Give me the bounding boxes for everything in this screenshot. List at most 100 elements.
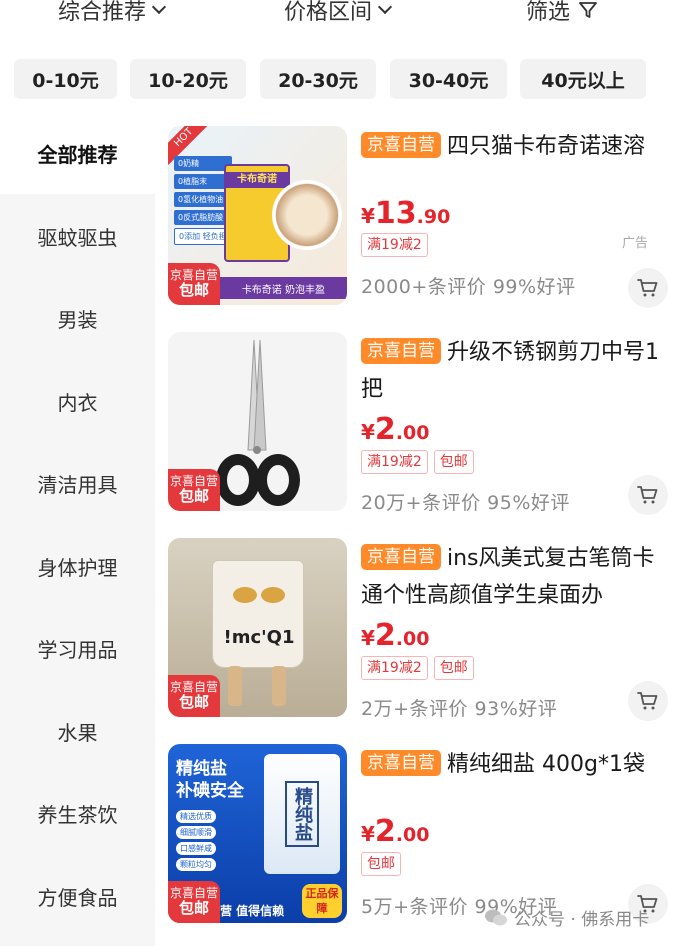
self-operated-badge: 京喜自营 包邮 [168, 675, 220, 717]
price-yen: ¥ [361, 626, 375, 650]
feature-item: 口感鲜咸 [176, 842, 216, 855]
price-int: 2 [374, 412, 396, 447]
feature-item: 精选优质 [176, 810, 216, 823]
sidebar-item-instant-food[interactable]: 方便食品 [0, 855, 155, 937]
price-dec: .00 [395, 824, 430, 846]
product-title[interactable]: 京喜自营 精纯细盐 400g*1袋 [361, 746, 671, 783]
review-summary: 2000+条评价 99%好评 [361, 276, 576, 298]
wechat-icon [485, 909, 507, 925]
badge-bottom-text: 包邮 [178, 693, 209, 712]
thumb-footer: 营 值得信赖 [220, 904, 285, 918]
sidebar-item-fruit[interactable]: 水果 [0, 690, 155, 772]
feature-item: 0反式脂肪酸 [174, 210, 232, 225]
sidebar-item-study[interactable]: 学习用品 [0, 607, 155, 689]
price-dec: .00 [395, 628, 430, 650]
product-title[interactable]: 京喜自营 四只猫卡布奇诺速溶 [361, 128, 671, 165]
promo-tags: 满19减2 包邮 [361, 656, 474, 680]
price-yen: ¥ [361, 204, 375, 228]
sidebar-item-underwear[interactable]: 内衣 [0, 360, 155, 442]
product-price: ¥2.00 [361, 618, 429, 653]
product-info: 京喜自营 精纯细盐 400g*1袋 [361, 746, 671, 783]
product-price: ¥13.90 [361, 196, 450, 231]
watermark: 公众号 · 佛系用卡 [484, 905, 649, 930]
chevron-down-icon [151, 0, 167, 15]
sort-comprehensive[interactable]: 综合推荐 [58, 0, 167, 26]
product-image[interactable]: HOT 0奶精 0植脂末 0氢化植物油 0反式脂肪酸 0添加 轻负担 卡布奇诺 … [168, 126, 347, 305]
product-info: 京喜自营 ins风美式复古笔筒卡通个性高颜值学生桌面办 [361, 540, 671, 614]
product-price: ¥2.00 [361, 412, 429, 447]
sidebar-item-mosquito[interactable]: 驱蚊驱虫 [0, 195, 155, 277]
price-chip-20-30[interactable]: 20-30元 [260, 59, 376, 99]
price-chip-30-40[interactable]: 30-40元 [390, 59, 507, 99]
add-to-cart-button[interactable] [628, 475, 668, 515]
leg-image [272, 666, 286, 706]
box-title: 卡布奇诺 [226, 172, 288, 188]
product-card[interactable]: 精纯盐 补碘安全 精选优质 细腻顺滑 口感鲜咸 颗粒均匀 精纯盐 正品保障 营 … [168, 744, 678, 924]
character-eye [261, 587, 285, 603]
feature-item: 细腻顺滑 [176, 826, 216, 839]
product-image[interactable]: !mc'Q1 京喜自营 包邮 [168, 538, 347, 717]
feature-list: 精选优质 细腻顺滑 口感鲜咸 颗粒均匀 [176, 810, 216, 871]
sidebar-item-menswear[interactable]: 男装 [0, 277, 155, 359]
feature-item: 0奶精 [174, 156, 232, 171]
sort-price-range-label: 价格区间 [284, 0, 373, 25]
price-chip-0-10[interactable]: 0-10元 [14, 59, 117, 99]
product-price: ¥2.00 [361, 814, 429, 849]
product-title[interactable]: 京喜自营 升级不锈钢剪刀中号1把 [361, 334, 671, 408]
promo-tags: 包邮 [361, 852, 401, 876]
guarantee-stamp: 正品保障 [302, 884, 342, 918]
pen-holder-image: !mc'Q1 [212, 560, 304, 668]
sort-filter-label: 筛选 [526, 0, 571, 25]
leg-image [228, 666, 242, 706]
thumb-heading-line: 精纯盐 [176, 759, 227, 779]
product-card[interactable]: HOT 0奶精 0植脂末 0氢化植物油 0反式脂肪酸 0添加 轻负担 卡布奇诺 … [168, 126, 678, 308]
cart-icon [637, 692, 658, 710]
review-summary: 20万+条评价 95%好评 [361, 492, 570, 514]
sort-price-range[interactable]: 价格区间 [284, 0, 393, 26]
self-operated-tag: 京喜自营 [361, 750, 441, 776]
add-to-cart-button[interactable] [628, 268, 668, 308]
sort-bar: 综合推荐 价格区间 筛选 [0, 0, 692, 44]
product-image[interactable]: 京喜自营 包邮 [168, 332, 347, 511]
feature-list: 0奶精 0植脂末 0氢化植物油 0反式脂肪酸 0添加 轻负担 [174, 156, 232, 245]
product-card[interactable]: 京喜自营 包邮 京喜自营 升级不锈钢剪刀中号1把 ¥2.00 满19减2 包邮 2… [168, 332, 678, 515]
cup-text: !mc'Q1 [223, 627, 295, 648]
badge-bottom-text: 包邮 [178, 899, 209, 918]
product-info: 京喜自营 升级不锈钢剪刀中号1把 [361, 334, 671, 408]
promo-tag: 满19减2 [361, 450, 428, 474]
self-operated-tag: 京喜自营 [361, 544, 441, 570]
sidebar-item-cleaning[interactable]: 清洁用具 [0, 442, 155, 524]
promo-tag: 满19减2 [361, 233, 428, 257]
sidebar-item-tea[interactable]: 养生茶饮 [0, 772, 155, 854]
filter-icon [578, 0, 598, 20]
add-to-cart-button[interactable] [628, 681, 668, 721]
feature-item: 0植脂末 [174, 174, 232, 189]
sort-comprehensive-label: 综合推荐 [58, 0, 147, 25]
sidebar-item-body-care[interactable]: 身体护理 [0, 525, 155, 607]
sidebar-item-all[interactable]: 全部推荐 [0, 112, 155, 194]
promo-tag: 包邮 [361, 852, 401, 876]
watermark-text: 公众号 · 佛系用卡 [514, 910, 650, 930]
cart-icon [637, 486, 658, 504]
price-dec: .90 [416, 206, 451, 228]
ad-label: 广告 [621, 236, 648, 251]
product-card[interactable]: !mc'Q1 京喜自营 包邮 京喜自营 ins风美式复古笔筒卡通个性高颜值学生桌面… [168, 538, 678, 721]
price-yen: ¥ [361, 822, 375, 846]
feature-item: 0氢化植物油 [174, 192, 232, 207]
self-operated-tag: 京喜自营 [361, 132, 441, 158]
self-operated-tag: 京喜自营 [361, 338, 441, 364]
price-chip-40-plus[interactable]: 40元以上 [520, 59, 646, 99]
promo-tag: 满19减2 [361, 656, 428, 680]
product-title[interactable]: 京喜自营 ins风美式复古笔筒卡通个性高颜值学生桌面办 [361, 540, 671, 614]
sort-filter[interactable]: 筛选 [526, 0, 598, 26]
product-image[interactable]: 精纯盐 补碘安全 精选优质 细腻顺滑 口感鲜咸 颗粒均匀 精纯盐 正品保障 营 … [168, 744, 347, 923]
price-chip-10-20[interactable]: 10-20元 [130, 59, 246, 99]
product-title-text: 精纯细盐 400g*1袋 [447, 752, 645, 777]
promo-tag: 包邮 [433, 656, 474, 680]
badge-bottom-text: 包邮 [178, 281, 209, 300]
review-summary: 2万+条评价 93%好评 [361, 698, 558, 720]
price-yen: ¥ [361, 420, 375, 444]
thumb-heading-line: 补碘安全 [176, 781, 244, 801]
price-int: 2 [374, 618, 396, 653]
price-int: 2 [374, 814, 396, 849]
